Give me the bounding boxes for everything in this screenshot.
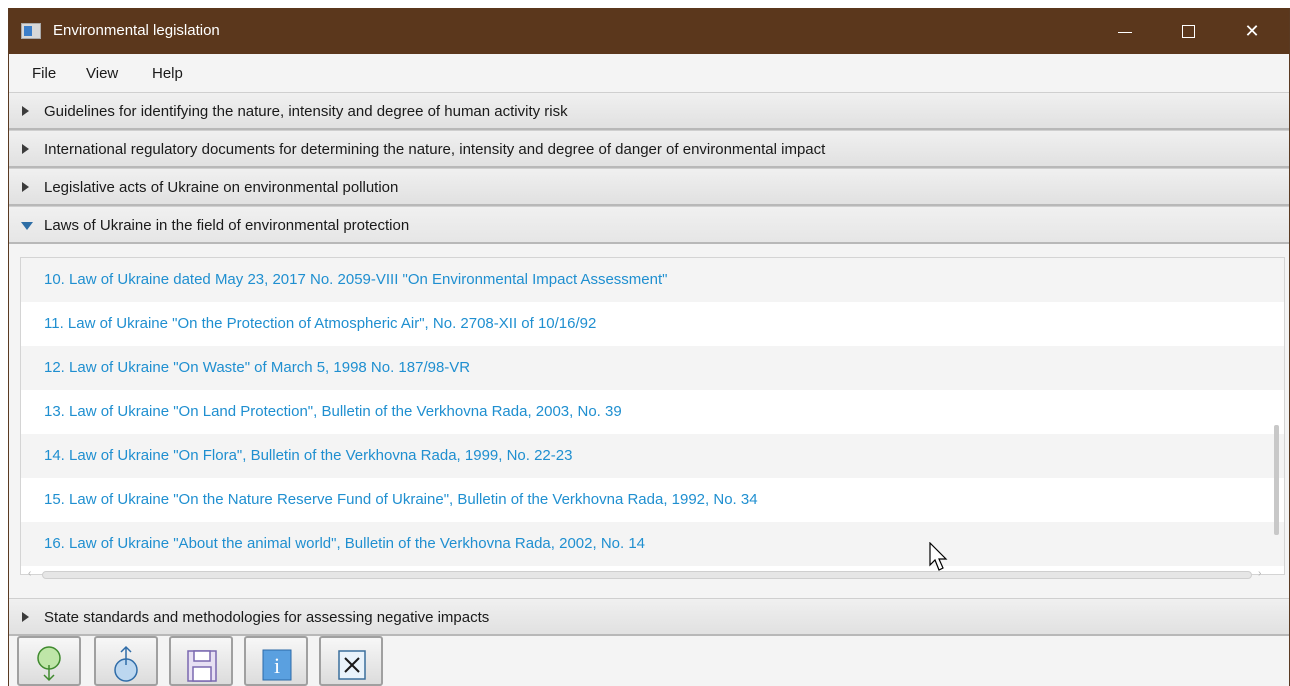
- horizontal-scrollbar[interactable]: ‹ ›: [28, 568, 1268, 582]
- download-button[interactable]: [17, 636, 81, 686]
- law-link[interactable]: 14. Law of Ukraine "On Flora", Bulletin …: [44, 447, 572, 464]
- minimize-button[interactable]: [1102, 8, 1148, 54]
- maximize-button[interactable]: [1165, 8, 1211, 54]
- pane-content: 10. Law of Ukraine dated May 23, 2017 No…: [9, 245, 1289, 598]
- menu-help[interactable]: Help: [152, 65, 183, 82]
- collapsed-arrow-icon: [22, 106, 29, 116]
- laws-list[interactable]: 10. Law of Ukraine dated May 23, 2017 No…: [20, 257, 1285, 575]
- bottom-toolbar: i: [9, 636, 1289, 686]
- list-item[interactable]: 16. Law of Ukraine "About the animal wor…: [21, 522, 1284, 566]
- mouse-cursor-icon: [929, 542, 948, 571]
- pane-label: Legislative acts of Ukraine on environme…: [44, 179, 399, 196]
- list-item[interactable]: 14. Law of Ukraine "On Flora", Bulletin …: [21, 434, 1284, 478]
- law-link[interactable]: 15. Law of Ukraine "On the Nature Reserv…: [44, 491, 758, 508]
- pane-label: Guidelines for identifying the nature, i…: [44, 103, 568, 120]
- list-item[interactable]: 11. Law of Ukraine "On the Protection of…: [21, 302, 1284, 346]
- list-item[interactable]: 15. Law of Ukraine "On the Nature Reserv…: [21, 478, 1284, 522]
- save-icon: [187, 650, 217, 682]
- scrollbar-thumb[interactable]: [42, 571, 1252, 579]
- save-button[interactable]: [169, 636, 233, 686]
- svg-text:i: i: [274, 653, 280, 678]
- pane-state-standards[interactable]: State standards and methodologies for as…: [9, 598, 1289, 636]
- list-item[interactable]: 10. Law of Ukraine dated May 23, 2017 No…: [21, 258, 1284, 302]
- law-link[interactable]: 13. Law of Ukraine "On Land Protection",…: [44, 403, 622, 420]
- collapsed-arrow-icon: [22, 182, 29, 192]
- menu-file[interactable]: File: [32, 65, 56, 82]
- collapsed-arrow-icon: [22, 612, 29, 622]
- close-window-button[interactable]: ✕: [1229, 8, 1275, 54]
- law-link[interactable]: 12. Law of Ukraine "On Waste" of March 5…: [44, 359, 470, 376]
- pane-legislative-acts[interactable]: Legislative acts of Ukraine on environme…: [9, 168, 1289, 206]
- list-item[interactable]: 13. Law of Ukraine "On Land Protection",…: [21, 390, 1284, 434]
- collapsed-arrow-icon: [22, 144, 29, 154]
- pane-laws-of-ukraine[interactable]: Laws of Ukraine in the field of environm…: [9, 206, 1289, 244]
- close-icon: [338, 650, 366, 680]
- upload-icon: [114, 645, 138, 682]
- info-button[interactable]: i: [244, 636, 308, 686]
- exit-button[interactable]: [319, 636, 383, 686]
- maximize-icon: [1181, 24, 1195, 38]
- scroll-right-icon[interactable]: ›: [1258, 568, 1261, 579]
- minimize-icon: [1118, 31, 1132, 33]
- app-window: Environmental legislation ✕ File View He…: [8, 8, 1290, 686]
- app-icon: [21, 23, 41, 39]
- law-link[interactable]: 10. Law of Ukraine dated May 23, 2017 No…: [44, 271, 667, 288]
- title-bar[interactable]: Environmental legislation ✕: [9, 8, 1289, 54]
- law-link[interactable]: 16. Law of Ukraine "About the animal wor…: [44, 535, 645, 552]
- pane-label: State standards and methodologies for as…: [44, 609, 490, 626]
- expanded-arrow-icon: [21, 222, 33, 230]
- download-icon: [37, 646, 61, 682]
- info-icon: i: [262, 649, 292, 681]
- upload-button[interactable]: [94, 636, 158, 686]
- law-link[interactable]: 11. Law of Ukraine "On the Protection of…: [44, 315, 596, 332]
- list-item[interactable]: 12. Law of Ukraine "On Waste" of March 5…: [21, 346, 1284, 390]
- pane-label: Laws of Ukraine in the field of environm…: [44, 217, 410, 234]
- pane-international-documents[interactable]: International regulatory documents for d…: [9, 130, 1289, 168]
- menu-bar: File View Help: [9, 54, 1289, 92]
- pane-guidelines[interactable]: Guidelines for identifying the nature, i…: [9, 92, 1289, 130]
- pane-label: International regulatory documents for d…: [44, 141, 826, 158]
- scroll-left-icon[interactable]: ‹: [28, 568, 31, 579]
- menu-view[interactable]: View: [86, 65, 118, 82]
- close-icon: ✕: [1244, 20, 1260, 41]
- window-title: Environmental legislation: [53, 22, 220, 39]
- vertical-scrollbar[interactable]: [1274, 425, 1279, 535]
